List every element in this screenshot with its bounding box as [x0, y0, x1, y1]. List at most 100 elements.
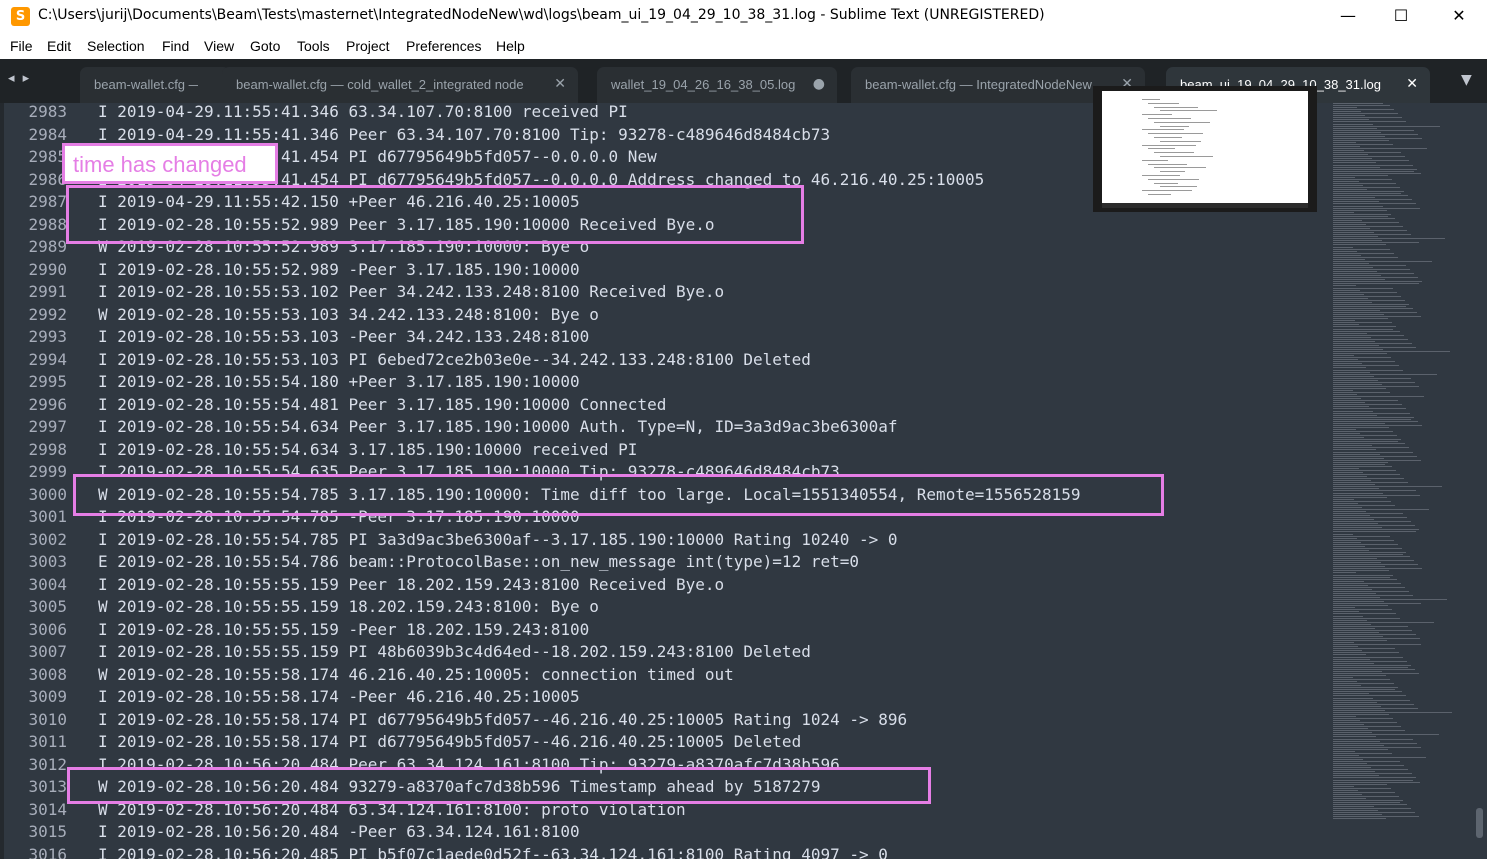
minimap-line [1333, 244, 1386, 246]
minimap-line [1333, 724, 1364, 726]
minimap-line [1333, 340, 1375, 342]
minimap-line [1333, 783, 1387, 785]
minimap-line [1333, 580, 1364, 582]
log-line: 3016 I 2019-02-28.10:56:20.485 PI b5f07c1… [0, 844, 1330, 859]
menu-selection[interactable]: Selection [87, 38, 145, 54]
menu-tools[interactable]: Tools [297, 38, 330, 54]
tab-close-icon[interactable]: ✕ [554, 76, 566, 92]
menu-help[interactable]: Help [496, 38, 525, 54]
tab-label: wallet_19_04_26_16_38_05.log [611, 77, 796, 92]
minimap-line [1333, 357, 1391, 359]
tab-navigation-arrows-icon[interactable]: ◂ ▸ [8, 71, 31, 86]
menu-file[interactable]: File [10, 38, 33, 54]
minimap-line [1333, 617, 1400, 619]
minimap-line [1333, 226, 1403, 227]
line-number: 2994 [28, 349, 67, 369]
minimap-line [1333, 656, 1403, 658]
minimap-line [1333, 564, 1418, 566]
tab-wallet-log[interactable]: wallet_19_04_26_16_38_05.log ● [597, 67, 837, 103]
minimap-line [1333, 793, 1362, 795]
minimap-line [1333, 693, 1369, 695]
tab-label: beam-wallet.cfg — cold_wallet_2_integrat… [236, 77, 524, 92]
minimap-line [1333, 810, 1378, 812]
minimap-line [1333, 418, 1411, 420]
minimap-line [1333, 631, 1379, 633]
minimap-line [1333, 305, 1406, 307]
minimap-line [1333, 170, 1414, 172]
minimap[interactable] [1333, 103, 1473, 859]
minimap-line [1333, 453, 1380, 455]
minimap-line [1333, 287, 1393, 289]
minimap-line [1333, 262, 1369, 264]
minimap-line [1333, 814, 1382, 816]
annotation-box-time-diff [73, 474, 1164, 516]
menu-edit[interactable]: Edit [47, 38, 71, 54]
minimap-line [1333, 576, 1390, 578]
thumbnail-text-line [1148, 102, 1179, 104]
minimap-line [1333, 252, 1394, 254]
log-text: I 2019-02-28.10:55:55.159 -Peer 18.202.1… [98, 619, 590, 639]
minimap-line [1333, 211, 1354, 213]
maximize-button[interactable]: ☐ [1378, 0, 1424, 33]
minimap-line [1333, 367, 1366, 369]
minimap-line [1333, 670, 1382, 672]
minimap-line [1333, 543, 1398, 545]
minimap-line [1333, 242, 1419, 244]
minimap-line [1333, 375, 1374, 377]
minimap-line [1333, 338, 1408, 340]
close-button[interactable]: ✕ [1436, 0, 1482, 33]
minimap-line [1333, 549, 1369, 551]
minimize-button[interactable]: — [1325, 0, 1371, 33]
minimap-line [1333, 787, 1391, 789]
minimap-line [1333, 404, 1402, 406]
minimap-line [1333, 806, 1374, 808]
thumbnail-text-line [1142, 190, 1192, 192]
minimap-line [1333, 662, 1374, 664]
minimap-line [1333, 451, 1413, 453]
minimap-line [1333, 627, 1375, 629]
minimap-line [1333, 713, 1389, 715]
thumbnail-text-line [1142, 99, 1160, 100]
minimap-line [1333, 705, 1381, 707]
line-number: 2993 [28, 327, 67, 346]
minimap-line [1333, 248, 1390, 250]
line-number: 2991 [28, 282, 67, 301]
minimap-line [1333, 328, 1393, 330]
minimap-line [1333, 373, 1437, 375]
tab-beam-wallet-cfg-f[interactable]: beam-wallet.cfg — F [80, 67, 230, 103]
minimap-line [1333, 420, 1418, 422]
menu-view[interactable]: View [204, 38, 234, 54]
minimap-line [1333, 802, 1400, 804]
minimap-line [1333, 187, 1400, 189]
thumbnail-text-line [1148, 118, 1191, 119]
minimap-line [1333, 178, 1392, 180]
minimap-line [1333, 711, 1452, 713]
minimap-line [1333, 795, 1399, 797]
tab-overflow-icon[interactable]: ▼ [1461, 72, 1472, 88]
minimap-line [1333, 246, 1353, 248]
minimap-line [1333, 285, 1356, 287]
minimap-line [1333, 638, 1420, 640]
menu-project[interactable]: Project [346, 38, 390, 54]
minimap-line [1333, 410, 1373, 412]
minimap-line [1333, 720, 1360, 722]
menu-find[interactable]: Find [162, 38, 189, 54]
line-number: 2989 [28, 237, 67, 256]
menu-preferences[interactable]: Preferences [406, 38, 481, 54]
minimap-line [1333, 494, 1420, 496]
minimap-line [1333, 182, 1396, 184]
minimap-line [1333, 752, 1392, 754]
minimap-line [1333, 502, 1358, 504]
line-number: 2996 [28, 394, 67, 414]
log-text: I 2019-02-28.10:56:20.484 -Peer 63.34.12… [98, 822, 580, 841]
minimap-line [1333, 775, 1379, 777]
tab-close-icon[interactable]: ✕ [1406, 76, 1418, 92]
minimap-line [1333, 291, 1397, 293]
line-number: 3007 [28, 642, 67, 661]
vertical-scrollbar[interactable] [1476, 808, 1483, 838]
tab-beam-wallet-cfg-cold-wallet[interactable]: beam-wallet.cfg — cold_wallet_2_integrat… [222, 67, 578, 103]
menu-goto[interactable]: Goto [250, 38, 280, 54]
minimap-line [1333, 189, 1367, 191]
tab-dirty-dot-icon[interactable]: ● [813, 76, 825, 92]
thumbnail-text-line [1148, 178, 1199, 180]
